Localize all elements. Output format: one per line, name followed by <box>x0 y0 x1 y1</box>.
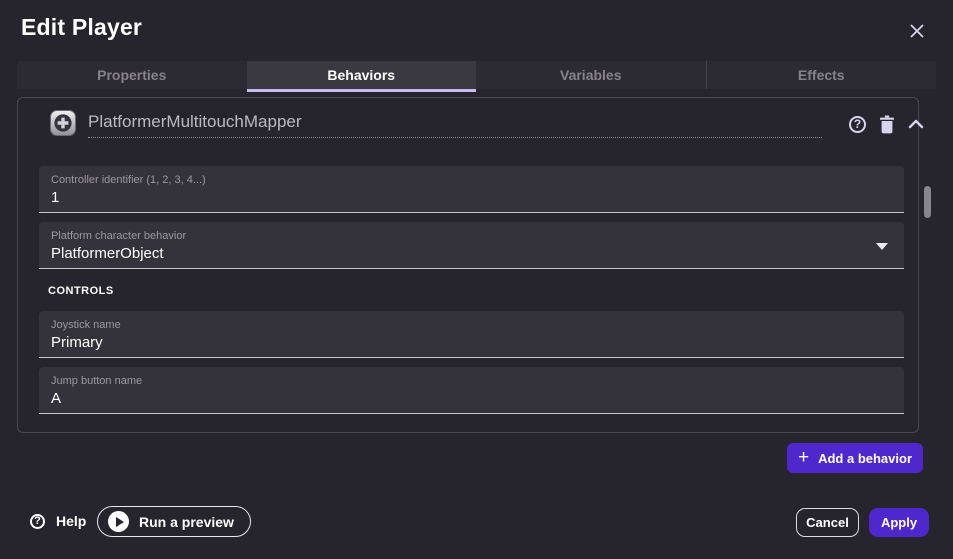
field-label: Platform character behavior <box>51 229 892 243</box>
tab-bar: Properties Behaviors Variables Effects <box>17 61 936 89</box>
field-label: Controller identifier (1, 2, 3, 4...) <box>51 173 892 187</box>
add-behavior-button[interactable]: + Add a behavior <box>787 443 923 473</box>
field-label: Jump button name <box>51 374 892 388</box>
controls-section-header: CONTROLS <box>48 285 114 297</box>
close-icon[interactable] <box>905 19 929 43</box>
play-icon <box>108 511 129 532</box>
behavior-name-field[interactable]: PlatformerMultitouchMapper <box>88 112 822 138</box>
field-label: Joystick name <box>51 318 892 332</box>
joystick-name-input[interactable] <box>51 332 892 351</box>
help-icon: ? <box>30 514 45 529</box>
jump-button-name-field[interactable]: Jump button name <box>39 367 904 414</box>
run-preview-button[interactable]: Run a preview <box>97 506 251 537</box>
page-title: Edit Player <box>21 14 142 41</box>
behavior-header-actions: ? <box>828 111 924 137</box>
edit-player-dialog: Edit Player Properties Behaviors Variabl… <box>0 0 953 559</box>
help-icon[interactable]: ? <box>849 116 866 133</box>
plus-icon: + <box>798 448 809 467</box>
trash-icon[interactable] <box>879 115 895 134</box>
tab-behaviors[interactable]: Behaviors <box>247 61 477 89</box>
chevron-up-icon[interactable] <box>908 119 924 129</box>
tab-effects[interactable]: Effects <box>706 61 937 89</box>
scrollbar-thumb[interactable] <box>924 186 931 218</box>
select-value: PlatformerObject <box>51 243 892 262</box>
controller-identifier-input[interactable] <box>51 187 892 206</box>
joystick-name-field[interactable]: Joystick name <box>39 311 904 358</box>
cancel-button[interactable]: Cancel <box>796 508 859 537</box>
behavior-name: PlatformerMultitouchMapper <box>88 112 302 131</box>
tab-properties[interactable]: Properties <box>17 61 247 89</box>
help-button[interactable]: ? Help <box>30 513 86 529</box>
platform-character-behavior-select[interactable]: Platform character behavior PlatformerOb… <box>39 222 904 269</box>
dropdown-arrow-icon <box>876 243 888 250</box>
controller-identifier-field[interactable]: Controller identifier (1, 2, 3, 4...) <box>39 166 904 213</box>
gamepad-icon <box>50 110 76 136</box>
apply-button[interactable]: Apply <box>869 508 929 537</box>
behaviors-panel: PlatformerMultitouchMapper ? Controller … <box>17 97 919 433</box>
tab-variables[interactable]: Variables <box>476 61 706 89</box>
jump-button-name-input[interactable] <box>51 388 892 407</box>
